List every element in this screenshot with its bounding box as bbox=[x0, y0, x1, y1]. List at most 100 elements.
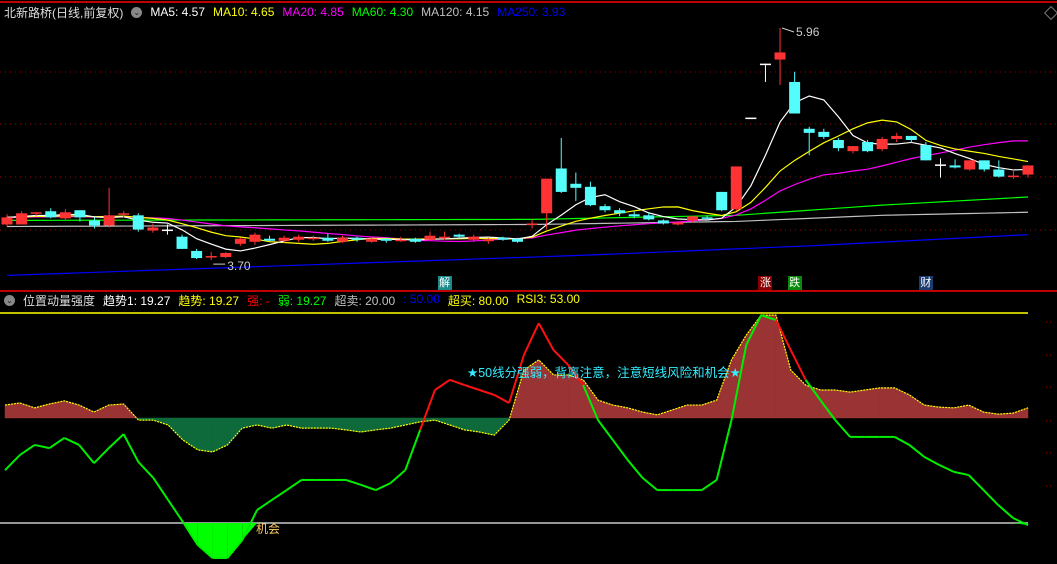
momentum-line bbox=[537, 322, 555, 351]
event-tag[interactable]: 跌 bbox=[787, 276, 802, 290]
indicator-legend-item: 超卖: 20.00 bbox=[334, 293, 396, 308]
indicator-area bbox=[316, 417, 332, 429]
momentum-line bbox=[464, 384, 480, 391]
indicator-area bbox=[93, 404, 110, 419]
momentum-line bbox=[493, 394, 510, 404]
indicator-legend: ⌄ 位置动量强度 趋势1: 19.27 趋势: 19.27 强: - 弱: 19.27… bbox=[4, 292, 580, 308]
main-chart-legend: 北新路桥(日线,前复权) ⌄ MA5: 4.57 MA10: 4.65 MA20: … bbox=[4, 4, 565, 20]
momentum-line bbox=[345, 479, 362, 486]
momentum-line bbox=[982, 489, 1000, 506]
momentum-line bbox=[701, 479, 718, 491]
chance-label: 机会 bbox=[256, 522, 281, 536]
indicator-area bbox=[4, 402, 21, 419]
momentum-line bbox=[389, 469, 406, 484]
indicator-area bbox=[938, 406, 955, 419]
indicator-area bbox=[597, 399, 614, 419]
indicator-legend-item: 弱: 19.27 bbox=[277, 293, 327, 308]
momentum-line bbox=[434, 379, 451, 391]
momentum-line bbox=[167, 499, 184, 523]
momentum-line bbox=[286, 479, 303, 491]
indicator-legend-item: 趋势1: 19.27 bbox=[103, 293, 171, 308]
indicator-area bbox=[449, 417, 465, 431]
momentum-line bbox=[523, 322, 540, 356]
indicator-area bbox=[64, 400, 80, 419]
indicator-area bbox=[760, 314, 777, 419]
trend-line bbox=[4, 314, 1029, 453]
indicator-legend-item: 趋势: 19.27 bbox=[178, 293, 240, 308]
chevron-down-icon[interactable]: ⌄ bbox=[4, 294, 15, 306]
momentum-line bbox=[938, 463, 955, 473]
indicator-area bbox=[212, 417, 228, 453]
ma-legend-item: MA250: 3.93 bbox=[497, 5, 566, 19]
ma-legend-item: MA60: 4.30 bbox=[351, 5, 414, 19]
stock-title: 北新路桥(日线,前复权) bbox=[4, 5, 124, 20]
momentum-line bbox=[375, 482, 391, 492]
momentum-line bbox=[48, 437, 65, 449]
momentum-line bbox=[641, 477, 658, 491]
indicator-area bbox=[182, 417, 198, 451]
momentum-line bbox=[271, 489, 288, 501]
momentum-line bbox=[4, 454, 21, 471]
ma-legend-item: MA120: 4.15 bbox=[421, 5, 490, 19]
event-tag[interactable]: 涨 bbox=[758, 276, 773, 290]
momentum-line bbox=[997, 504, 1014, 519]
indicator-area bbox=[835, 389, 851, 419]
momentum-line bbox=[967, 474, 985, 491]
indicator-area bbox=[864, 387, 880, 419]
indicator-area bbox=[464, 417, 480, 433]
indicator-area bbox=[167, 417, 184, 441]
indicator-chart[interactable] bbox=[0, 0, 1057, 564]
event-tag[interactable]: 财 bbox=[918, 276, 933, 290]
indicator-area bbox=[686, 404, 703, 419]
ma-legend-item: MA5: 4.57 bbox=[150, 5, 206, 19]
momentum-line bbox=[137, 461, 154, 479]
indicator-legend-item: RSI3: 53.00 bbox=[516, 291, 580, 306]
momentum-line bbox=[360, 483, 376, 492]
indicator-area bbox=[108, 403, 124, 419]
indicator-area bbox=[301, 417, 317, 429]
momentum-line bbox=[19, 444, 36, 456]
momentum-line bbox=[626, 459, 644, 479]
momentum-line bbox=[923, 455, 940, 466]
oversold-fill bbox=[212, 523, 228, 558]
momentum-line bbox=[34, 443, 50, 450]
momentum-line bbox=[597, 419, 614, 441]
indicator-area bbox=[479, 417, 495, 436]
indicator-area bbox=[775, 315, 792, 419]
indicator-area bbox=[894, 387, 910, 419]
indicator-legend-item: : 50.00 bbox=[403, 291, 440, 306]
momentum-line bbox=[108, 433, 125, 449]
momentum-line bbox=[715, 419, 733, 481]
indicator-area bbox=[582, 379, 599, 419]
momentum-line bbox=[612, 439, 629, 461]
indicator-legend-item: 强: - bbox=[247, 293, 270, 308]
indicator-area bbox=[34, 403, 50, 419]
indicator-area bbox=[849, 389, 866, 419]
momentum-line bbox=[256, 499, 273, 511]
momentum-line bbox=[419, 389, 436, 431]
momentum-line bbox=[449, 378, 465, 387]
indicator-area bbox=[197, 417, 213, 453]
chevron-down-icon[interactable]: ⌄ bbox=[131, 6, 143, 18]
momentum-line bbox=[404, 429, 422, 471]
momentum-line bbox=[93, 447, 110, 464]
momentum-line bbox=[908, 444, 925, 458]
momentum-line bbox=[1012, 517, 1029, 527]
oversold-fill bbox=[227, 523, 243, 558]
momentum-line bbox=[152, 477, 169, 501]
momentum-line bbox=[63, 437, 80, 446]
momentum-line bbox=[122, 433, 140, 463]
indicator-legend-item: 超买: 80.00 bbox=[447, 293, 509, 308]
indicator-area bbox=[909, 394, 925, 419]
momentum-line bbox=[78, 444, 95, 464]
momentum-line bbox=[479, 389, 495, 396]
momentum-line bbox=[834, 419, 851, 438]
indicator-area bbox=[553, 374, 569, 419]
ma-legend-item: MA10: 4.65 bbox=[213, 5, 275, 19]
ma-legend-item: MA20: 4.85 bbox=[282, 5, 344, 19]
momentum-line bbox=[953, 470, 969, 477]
momentum-line bbox=[894, 436, 910, 446]
event-tag[interactable]: 解 bbox=[437, 276, 452, 290]
indicator-title: 位置动量强度 bbox=[23, 293, 96, 308]
indicator-note: ★50线分强弱，背离注意，注意短线风险和机会★ bbox=[467, 366, 741, 380]
